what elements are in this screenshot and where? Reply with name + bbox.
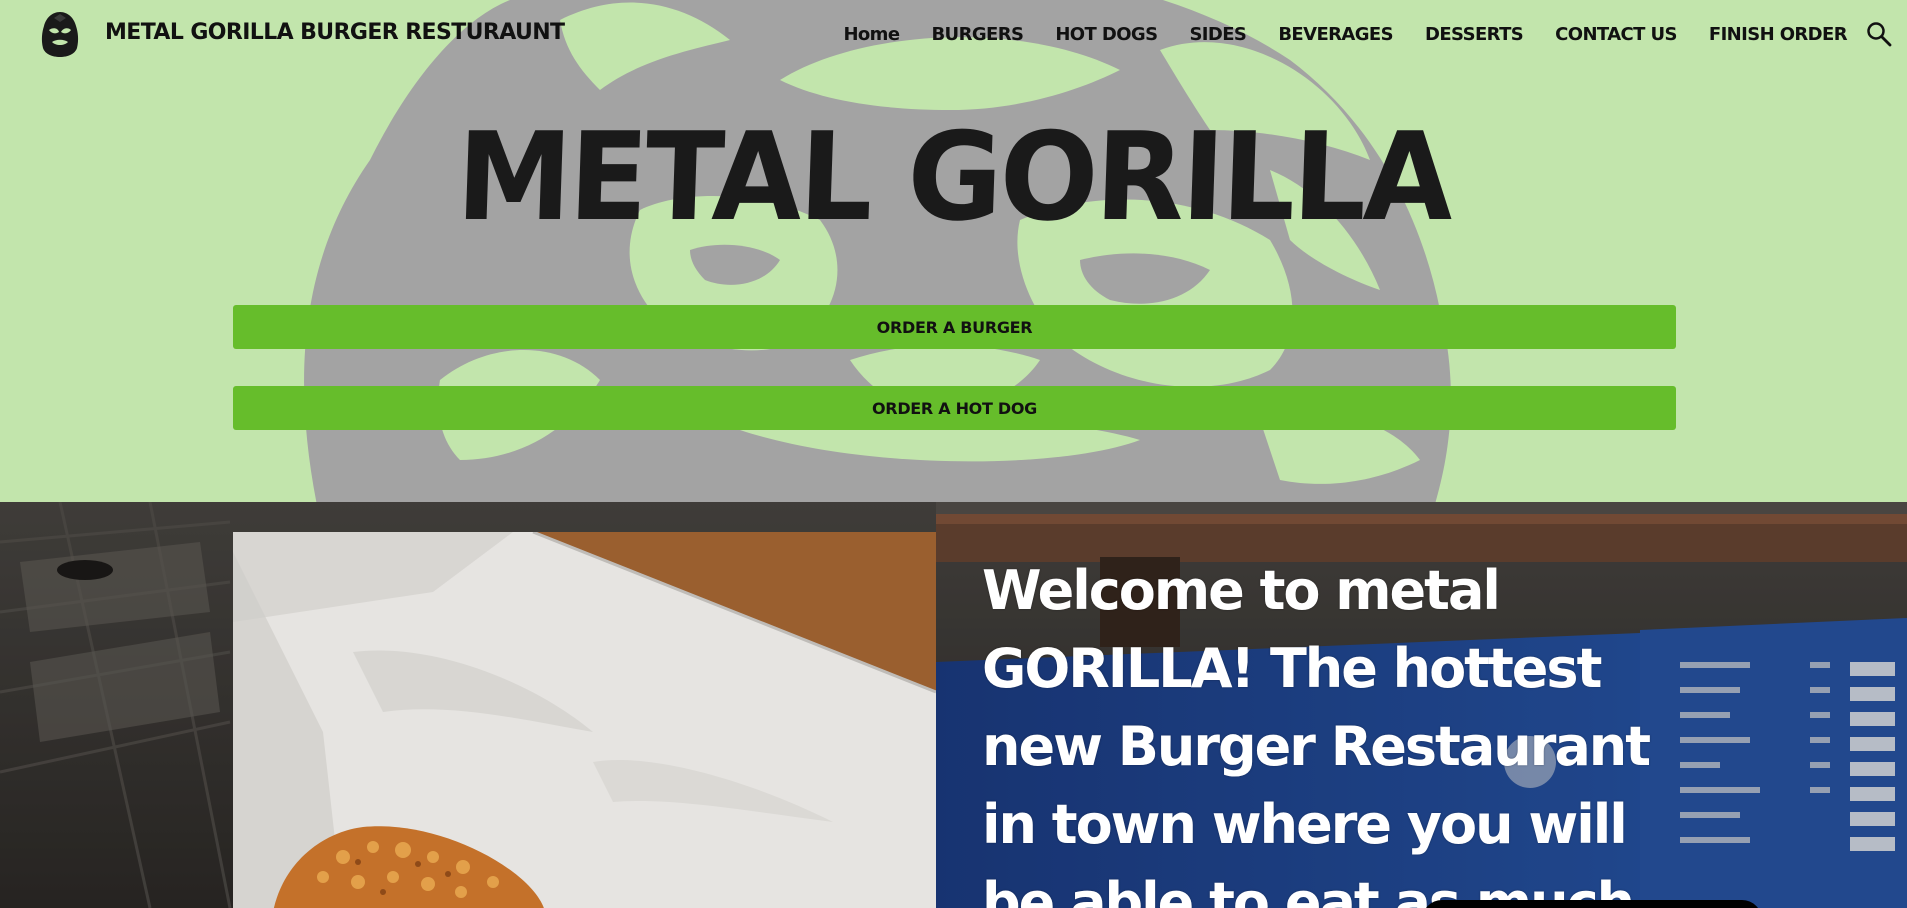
nav-beverages[interactable]: BEVERAGES xyxy=(1278,24,1393,45)
nav-finish-order[interactable]: FINISH ORDER xyxy=(1709,24,1848,45)
nav-desserts[interactable]: DESSERTS xyxy=(1425,24,1524,45)
top-navigation-bar: METAL GORILLA BURGER RESTURAUNT Home BUR… xyxy=(0,0,1907,72)
floating-chat-pill[interactable] xyxy=(1422,900,1762,908)
main-nav: Home BURGERS HOT DOGS SIDES BEVERAGES DE… xyxy=(811,24,1847,45)
nav-home[interactable]: Home xyxy=(843,24,900,45)
hero-section: METAL GORILLA BURGER RESTURAUNT Home BUR… xyxy=(0,0,1907,502)
nav-contact-us[interactable]: CONTACT US xyxy=(1555,24,1677,45)
nav-sides[interactable]: SIDES xyxy=(1189,24,1246,45)
fried-chicken-image xyxy=(233,532,936,908)
order-burger-button[interactable]: ORDER A BURGER xyxy=(233,305,1676,349)
fried-chicken-photo xyxy=(233,532,936,908)
gorilla-head-icon[interactable] xyxy=(40,10,80,58)
search-icon[interactable] xyxy=(1865,20,1893,48)
nav-burgers[interactable]: BURGERS xyxy=(931,24,1024,45)
welcome-message: Welcome to metal GORILLA! The hottest ne… xyxy=(982,559,1651,908)
order-hot-dog-button[interactable]: ORDER A HOT DOG xyxy=(233,386,1676,430)
hero-title: METAL GORILLA xyxy=(454,106,1453,249)
welcome-section: Welcome to metal GORILLA! The hottest ne… xyxy=(0,502,1907,908)
nav-hot-dogs[interactable]: HOT DOGS xyxy=(1055,24,1158,45)
site-title[interactable]: METAL GORILLA BURGER RESTURAUNT xyxy=(105,20,565,45)
